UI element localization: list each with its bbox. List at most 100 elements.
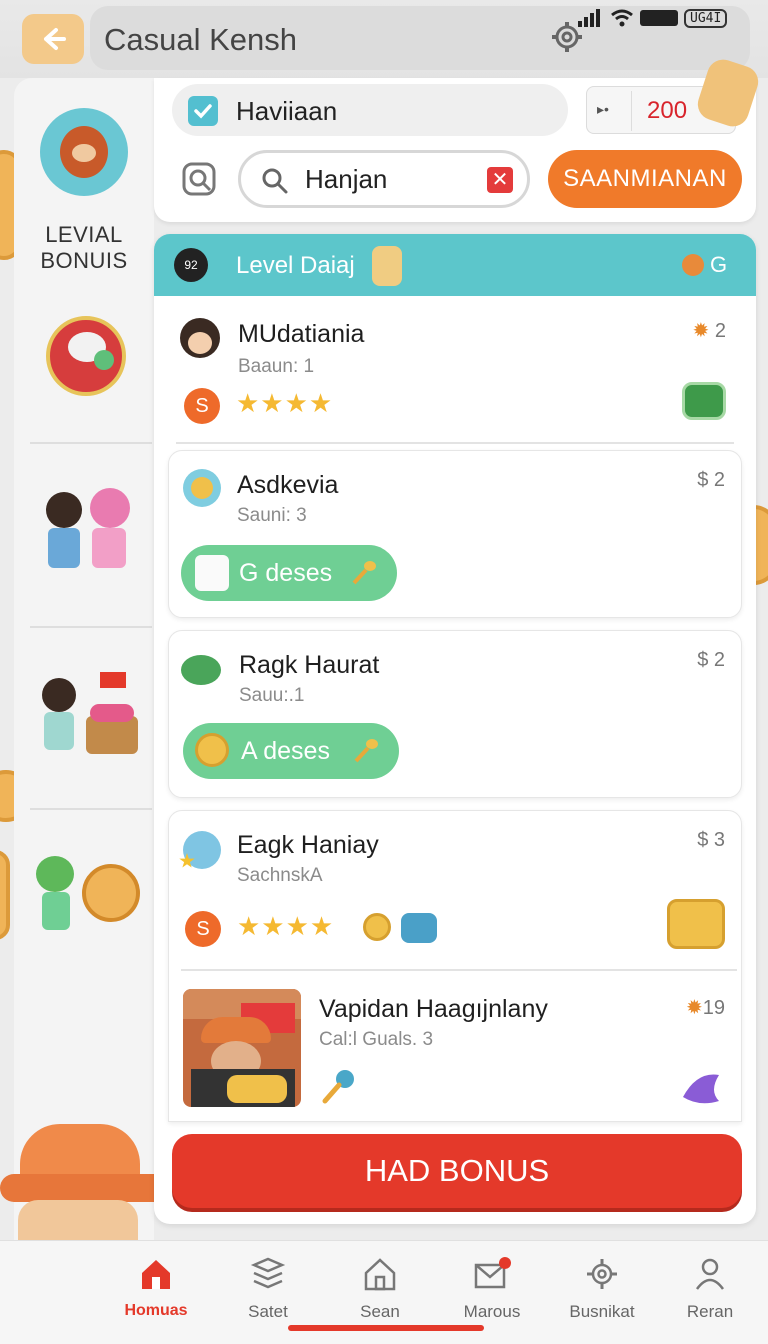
account-checkbox[interactable] <box>188 96 218 126</box>
score-badge: S <box>185 911 221 947</box>
search-button[interactable]: SAANMIANAN <box>548 150 742 208</box>
layers-icon <box>250 1257 286 1289</box>
battery-icon <box>640 10 678 26</box>
gem-icon <box>679 1067 723 1112</box>
search-icon <box>261 167 289 200</box>
row-subtitle: Baaun: 1 <box>238 356 315 377</box>
clover-avatar-icon <box>181 655 221 685</box>
person-icon <box>695 1258 725 1290</box>
coin-count: 200 <box>647 97 688 124</box>
star-rating: ★★★★ <box>237 911 335 941</box>
nav-label: Homuas <box>124 1302 188 1319</box>
gear-small-icon: ✹ <box>685 997 703 1019</box>
row-title: Eagk Haniay <box>237 831 379 859</box>
level-list-panel: 92 Level Daiaj G MUdatiania Baaun: 1 S ★… <box>154 234 756 1224</box>
cookie-icon <box>372 246 402 286</box>
level-badge: 92 <box>174 248 208 282</box>
row-right-value: $ 3 <box>697 829 725 851</box>
nav-label: Busnikat <box>569 1302 635 1321</box>
pin-icon: ▸• <box>597 101 609 117</box>
clear-search-icon[interactable]: ✕ <box>487 167 513 193</box>
settings-gear-icon <box>587 1259 617 1289</box>
row-subtitle: Sauni: 3 <box>237 505 307 526</box>
row-title: Asdkevia <box>237 471 339 499</box>
row-title: Vapidan Haagıjnlany <box>319 995 548 1023</box>
score-badge: S <box>184 388 220 424</box>
nav-search[interactable]: Sean <box>330 1257 430 1322</box>
gear-small-icon: ✹ <box>692 320 710 342</box>
gift-box-icon <box>682 382 726 420</box>
kids-character-icon <box>42 488 136 588</box>
nav-label: Marous <box>463 1302 521 1321</box>
scan-icon <box>182 162 216 196</box>
list-item[interactable]: Asdkevia Sauni: 3 $ 2 G deses <box>168 450 742 618</box>
coin-separator <box>631 91 632 131</box>
list-header: 92 Level Daiaj G <box>154 234 756 296</box>
star-rating: ★★★★ <box>236 388 334 418</box>
nav-label: Sean <box>360 1302 400 1321</box>
app-title: Casual Kensh <box>104 22 298 57</box>
nav-messages[interactable]: Marous <box>442 1257 542 1322</box>
row-divider <box>176 442 734 444</box>
list-item[interactable]: Eagk Haniay SachnskA $ 3 S ★★★★ Vapidan … <box>168 810 742 1122</box>
row-action-button[interactable]: G deses <box>181 545 397 601</box>
row-subtitle: Sauu:.1 <box>239 685 305 706</box>
gold-coins-icon <box>667 899 725 949</box>
bonus-cta-button[interactable]: HAD BONUS <box>172 1134 742 1208</box>
coin-stack-icon <box>401 913 437 943</box>
coin-character-icon <box>34 854 144 944</box>
account-name: Haviiaan <box>236 96 338 126</box>
spoon-icon <box>349 557 379 594</box>
nav-sets[interactable]: Satet <box>218 1257 318 1322</box>
row-action-label: A deses <box>241 737 330 765</box>
bottom-nav: Homuas Satet Sean Marous Busnikat Reran <box>0 1240 768 1344</box>
status-bar: UG4I <box>578 6 728 30</box>
mascot-hat-icon <box>0 1124 178 1244</box>
row-right-value: ✹19 <box>685 997 725 1019</box>
top-bar: Casual Kensh UG4I <box>0 0 768 78</box>
coin-icon <box>363 913 391 941</box>
nav-label: Satet <box>248 1302 288 1321</box>
header-right: G <box>682 252 727 278</box>
search-input[interactable] <box>305 163 475 195</box>
row-divider <box>181 969 737 971</box>
child-avatar-icon <box>180 318 220 358</box>
row-action-button[interactable]: A deses <box>183 723 399 779</box>
sidebar-divider <box>30 808 152 810</box>
scan-button[interactable] <box>182 162 216 201</box>
back-arrow-icon <box>44 28 66 50</box>
row-subtitle: SachnskA <box>237 865 323 886</box>
spoon-icon <box>351 735 381 772</box>
battery-label: UG4I <box>684 8 728 28</box>
key-tool-icon <box>319 1067 359 1112</box>
home-icon <box>142 1260 170 1289</box>
sidebar-item-label: LEVIAL BONUIS <box>40 222 128 273</box>
row-right-value: ✹ 2 <box>692 320 726 342</box>
bear-avatar-icon <box>40 108 128 196</box>
house-outline-icon <box>364 1258 396 1291</box>
account-selector[interactable]: Haviiaan <box>172 84 568 136</box>
sidebar: LEVIAL BONUIS <box>0 78 170 1244</box>
row-right-value: $ 2 <box>697 469 725 491</box>
list-header-title: Level Daiaj <box>236 252 355 279</box>
bird-avatar-icon <box>179 831 221 869</box>
back-button[interactable] <box>22 14 84 64</box>
checkmark-icon <box>194 104 212 119</box>
search-card: Haviiaan ▸• 200 ✕ SAANMIANAN <box>154 55 763 222</box>
shop-thumbnail <box>183 989 301 1107</box>
search-field[interactable]: ✕ <box>238 150 530 208</box>
nav-profile[interactable]: Reran <box>660 1257 760 1322</box>
mail-icon <box>474 1257 511 1289</box>
row-action-label: G deses <box>239 559 333 587</box>
floating-coin-icon <box>0 850 10 940</box>
list-item[interactable]: Ragk Haurat Sauu:.1 $ 2 A deses <box>168 630 742 798</box>
nav-home[interactable]: Homuas <box>106 1257 206 1320</box>
row-subtitle: Cal:l Guals. 3 <box>319 1029 434 1050</box>
sidebar-divider <box>30 626 152 628</box>
candy-basket-icon <box>40 672 140 768</box>
home-indicator <box>288 1325 484 1331</box>
signal-icon <box>578 9 600 27</box>
row-title: Ragk Haurat <box>239 651 380 679</box>
list-item[interactable]: MUdatiania Baaun: 1 S ★★★★ ✹ 2 <box>168 300 742 442</box>
nav-business[interactable]: Busnikat <box>552 1257 652 1322</box>
